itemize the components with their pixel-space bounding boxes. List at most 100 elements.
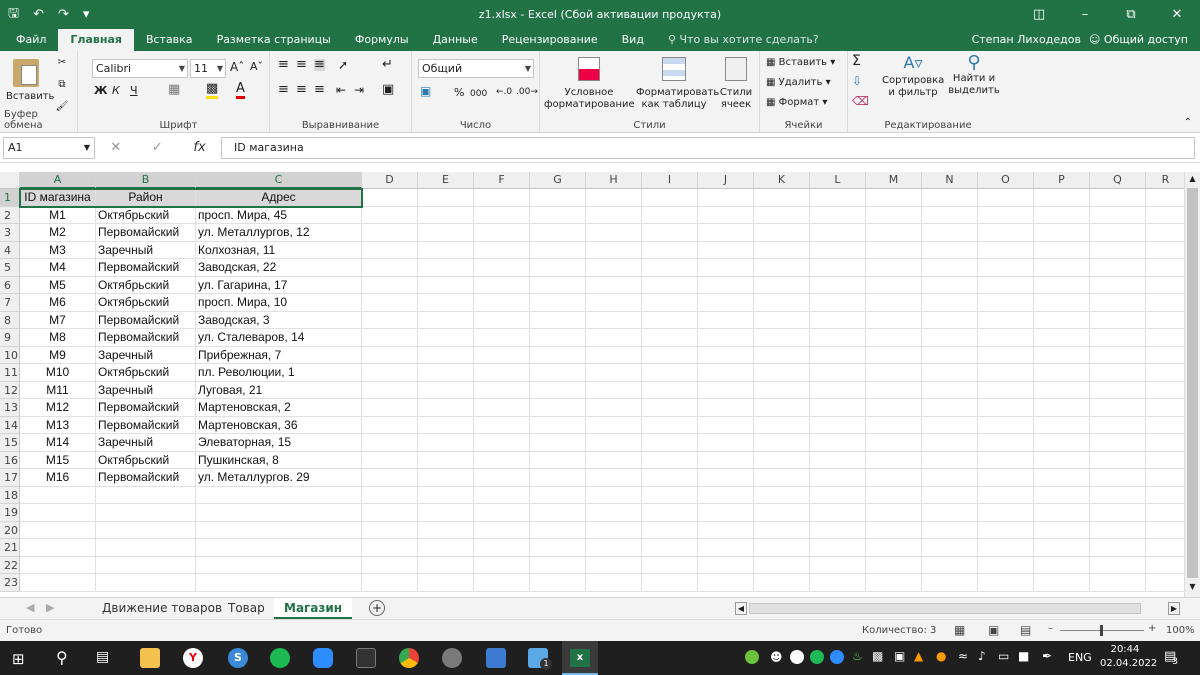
grid-cell[interactable] (362, 574, 418, 592)
formula-input[interactable]: ID магазина (221, 136, 1195, 159)
grid-cell[interactable] (586, 504, 642, 522)
grid-cell[interactable] (196, 539, 362, 557)
grid-cell[interactable] (1034, 364, 1090, 382)
grid-cell[interactable] (586, 259, 642, 277)
grid-cell[interactable] (698, 416, 754, 434)
grid-cell[interactable] (1146, 189, 1184, 207)
grid-cell[interactable] (866, 434, 922, 452)
grid-cell[interactable] (754, 276, 810, 294)
grid-cell[interactable] (754, 434, 810, 452)
grid-cell[interactable] (978, 381, 1034, 399)
row-header[interactable]: 9 (0, 329, 20, 347)
add-sheet-icon[interactable]: + (369, 600, 385, 616)
grid-cell[interactable] (474, 329, 530, 347)
network-tray-icon[interactable]: ♨ (852, 649, 863, 663)
grid-cell[interactable] (978, 189, 1034, 207)
grid-cell[interactable] (866, 364, 922, 382)
grid-cell[interactable] (1034, 346, 1090, 364)
share-button[interactable]: ☺ Общий доступ (1089, 29, 1200, 51)
grid-cell[interactable] (866, 189, 922, 207)
grid-cell[interactable] (418, 399, 474, 417)
grid-cell[interactable] (698, 399, 754, 417)
grid-cell[interactable] (978, 434, 1034, 452)
grid-cell[interactable] (642, 486, 698, 504)
grid-cell[interactable] (978, 294, 1034, 312)
align-middle-icon[interactable]: ≡ (296, 58, 307, 71)
grid-cell[interactable] (1090, 364, 1146, 382)
grid-cell[interactable] (1034, 539, 1090, 557)
grid-cell[interactable] (418, 504, 474, 522)
grid-cell[interactable] (866, 224, 922, 242)
grid-cell[interactable] (810, 521, 866, 539)
grid-cell[interactable] (642, 521, 698, 539)
grid-cell[interactable] (362, 294, 418, 312)
table-cell[interactable]: М10 (20, 364, 96, 382)
grid-cell[interactable] (866, 469, 922, 487)
grid-cell[interactable] (1090, 294, 1146, 312)
grid-cell[interactable] (642, 346, 698, 364)
grid-cell[interactable] (362, 539, 418, 557)
grid-cell[interactable] (530, 381, 586, 399)
grid-cell[interactable] (866, 311, 922, 329)
grid-cell[interactable] (474, 451, 530, 469)
grid-cell[interactable] (418, 346, 474, 364)
grid-cell[interactable] (362, 399, 418, 417)
grid-cell[interactable] (474, 416, 530, 434)
table-cell[interactable]: Заречный (96, 346, 196, 364)
grid-cell[interactable] (418, 381, 474, 399)
grid-cell[interactable] (362, 434, 418, 452)
cell-styles-button[interactable]: Стили ячеек (716, 57, 756, 111)
row-header[interactable]: 20 (0, 521, 20, 539)
table-cell[interactable]: М8 (20, 329, 96, 347)
grid-cell[interactable] (362, 469, 418, 487)
scroll-up-icon[interactable]: ▲ (1185, 172, 1200, 186)
row-header[interactable]: 18 (0, 486, 20, 504)
grid-cell[interactable] (922, 346, 978, 364)
grid-cell[interactable] (866, 241, 922, 259)
table-cell[interactable]: Первомайский (96, 469, 196, 487)
grid-cell[interactable] (810, 574, 866, 592)
grid-cell[interactable] (1146, 539, 1184, 557)
grid-cell[interactable] (866, 259, 922, 277)
undo-icon[interactable]: ↶ (33, 7, 44, 22)
grid-cell[interactable] (196, 521, 362, 539)
grid-cell[interactable] (418, 539, 474, 557)
table-cell[interactable]: М5 (20, 276, 96, 294)
tab-data[interactable]: Данные (421, 29, 490, 51)
italic-button[interactable]: К (112, 85, 120, 97)
table-cell[interactable]: Первомайский (96, 224, 196, 242)
grid-cell[interactable] (474, 504, 530, 522)
grid-cell[interactable] (1090, 451, 1146, 469)
grid-cell[interactable] (418, 364, 474, 382)
pen-icon[interactable]: ✒ (1042, 649, 1052, 663)
grid-cell[interactable] (810, 539, 866, 557)
grid-cell[interactable] (1034, 556, 1090, 574)
grid-cell[interactable] (810, 241, 866, 259)
format-cells-button[interactable]: ▦ Формат ▾ (766, 97, 827, 109)
grid-cell[interactable] (418, 521, 474, 539)
grid-cell[interactable] (978, 329, 1034, 347)
grid-cell[interactable] (922, 486, 978, 504)
grid-cell[interactable] (530, 434, 586, 452)
grid-cell[interactable] (586, 346, 642, 364)
grid-cell[interactable] (810, 311, 866, 329)
grid-cell[interactable] (642, 276, 698, 294)
grid-cell[interactable] (754, 259, 810, 277)
delete-cells-button[interactable]: ▦ Удалить ▾ (766, 77, 831, 89)
table-header-cell[interactable]: Район (96, 189, 196, 207)
grid-cell[interactable] (1090, 276, 1146, 294)
decrease-font-icon[interactable]: Aˇ (250, 61, 263, 73)
grid-cell[interactable] (922, 539, 978, 557)
volume-icon[interactable]: ♪ (978, 649, 986, 663)
grid-cell[interactable] (754, 346, 810, 364)
save-icon[interactable]: 🖫 (8, 4, 19, 26)
grid-cell[interactable] (1034, 224, 1090, 242)
scroll-right-icon[interactable]: ▶ (1168, 602, 1180, 615)
grid-cell[interactable] (978, 574, 1034, 592)
grid-cell[interactable] (866, 399, 922, 417)
column-header[interactable]: R (1146, 172, 1184, 189)
borders-icon[interactable]: ▦ (168, 83, 180, 96)
grid-cell[interactable] (418, 276, 474, 294)
grid-cell[interactable] (698, 224, 754, 242)
grid-cell[interactable] (1034, 241, 1090, 259)
